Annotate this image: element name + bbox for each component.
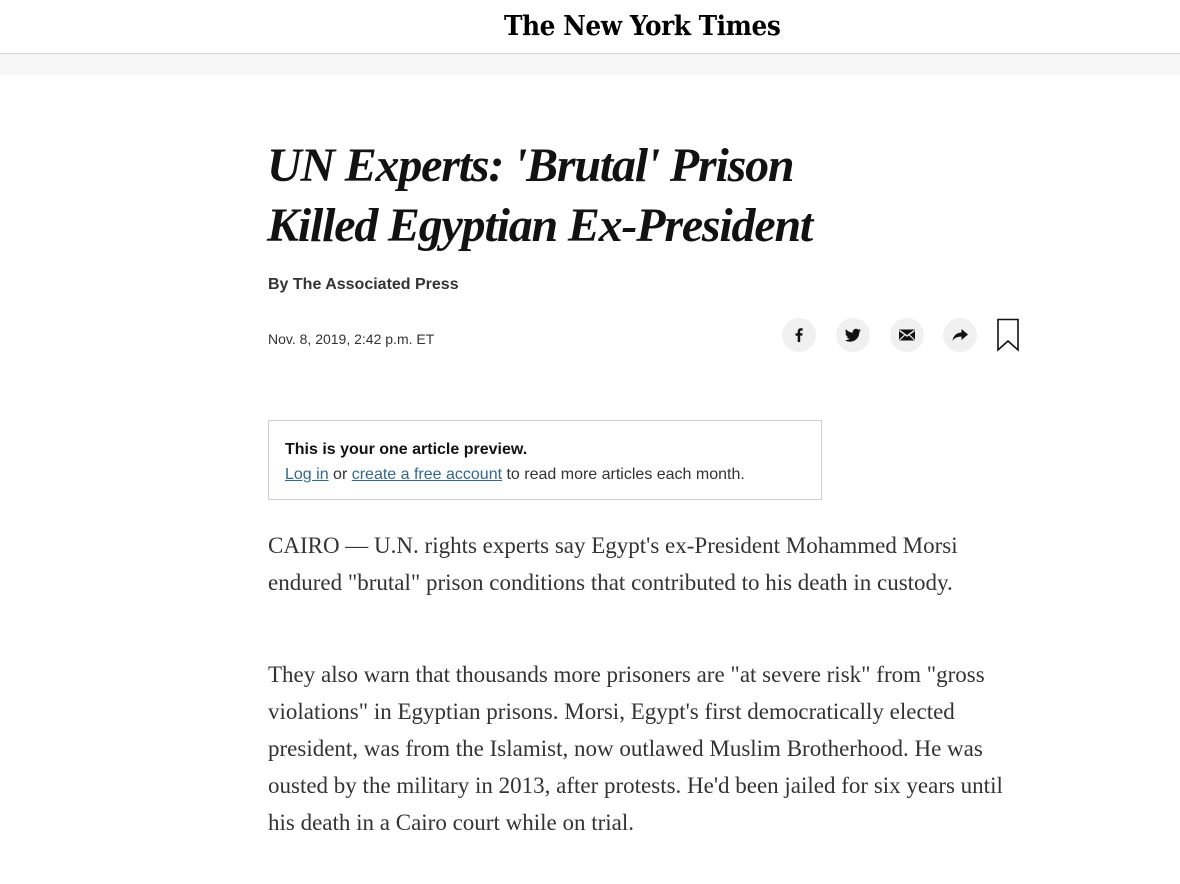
preview-title: This is your one article preview. — [285, 441, 528, 458]
nyt-logo[interactable]: The New York Times — [504, 11, 781, 42]
save-article-button[interactable] — [996, 318, 1020, 352]
article-headline: UN Experts: 'Brutal' Prison Killed Egypt… — [267, 139, 813, 252]
preview-message: Log in or create a free account to read … — [285, 466, 745, 484]
facebook-icon — [795, 328, 803, 342]
masthead: The New York Times — [0, 0, 1180, 54]
login-link[interactable]: Log in — [285, 466, 329, 483]
article-paragraph: They also warn that thousands more priso… — [268, 662, 1003, 835]
bookmark-icon — [997, 318, 1019, 352]
article-byline: By The Associated Press — [268, 276, 459, 293]
preview-or-text: or — [328, 466, 352, 483]
preview-suffix-text: to read more articles each month. — [502, 466, 745, 483]
article-preview-notice: This is your one article preview. Log in… — [268, 420, 822, 500]
article-date: Nov. 8, 2019, 2:42 p.m. ET — [268, 331, 435, 347]
facebook-share-button[interactable] — [782, 318, 816, 352]
email-share-button[interactable] — [890, 318, 924, 352]
article-paragraph: CAIRO — U.N. rights experts say Egypt's … — [268, 533, 958, 595]
twitter-share-button[interactable] — [836, 318, 870, 352]
more-share-button[interactable] — [943, 318, 977, 352]
create-account-link[interactable]: create a free account — [352, 466, 502, 483]
ad-banner-area — [0, 54, 1180, 75]
email-icon — [899, 329, 915, 341]
share-icon — [952, 329, 968, 341]
twitter-icon — [845, 328, 861, 342]
